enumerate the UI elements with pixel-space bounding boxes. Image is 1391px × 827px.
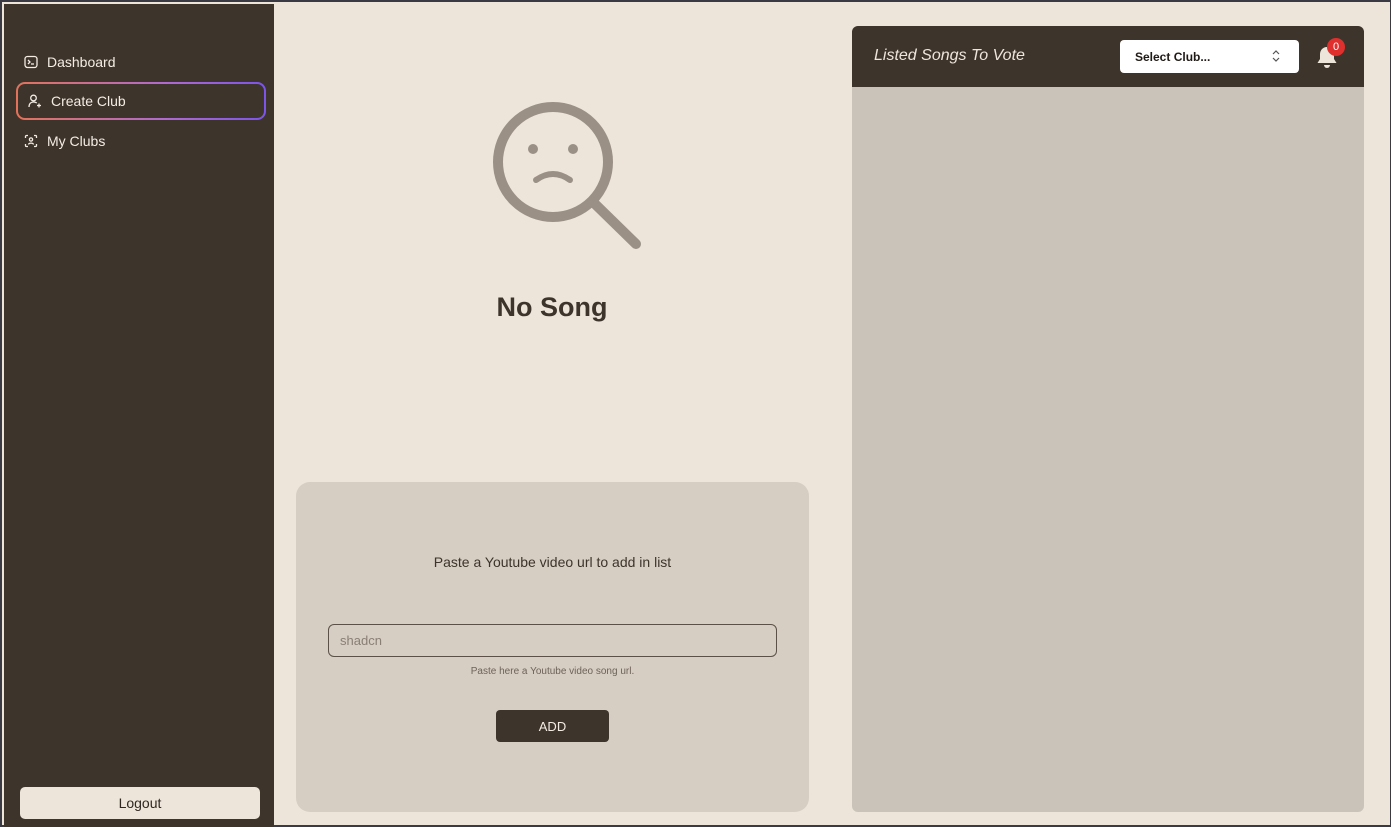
sad-magnifier-icon xyxy=(493,102,641,249)
sidebar-item-create-club[interactable]: Create Club xyxy=(16,82,266,120)
clubs-icon xyxy=(24,134,38,148)
add-song-card: Paste a Youtube video url to add in list… xyxy=(296,482,809,812)
vote-panel-header: Listed Songs To Vote Select Club... 0 xyxy=(852,26,1364,87)
logout-button[interactable]: Logout xyxy=(20,787,260,819)
empty-state-title: No Song xyxy=(496,292,608,322)
add-song-title: Paste a Youtube video url to add in list xyxy=(433,554,672,570)
input-hint: Paste here a Youtube video song url. xyxy=(470,666,635,677)
vote-panel: Listed Songs To Vote Select Club... 0 xyxy=(852,26,1364,812)
club-select[interactable]: Select Club... xyxy=(1120,40,1299,73)
club-select-label: Select Club... xyxy=(1135,49,1211,64)
user-plus-icon xyxy=(28,94,41,108)
sidebar-item-label: Create Club xyxy=(51,93,126,109)
youtube-url-input[interactable] xyxy=(328,624,777,657)
chevron-up-down-icon xyxy=(1272,50,1280,62)
sidebar-item-label: Dashboard xyxy=(47,54,116,70)
app-window: Dashboard Create Club My Clubs Logout No… xyxy=(0,0,1391,827)
add-song-button[interactable]: ADD xyxy=(496,710,609,742)
sidebar: Dashboard Create Club My Clubs Logout xyxy=(4,4,274,827)
sidebar-item-my-clubs[interactable]: My Clubs xyxy=(16,122,266,160)
vote-panel-title: Listed Songs To Vote xyxy=(874,47,1025,64)
notification-badge: 0 xyxy=(1327,38,1345,56)
sidebar-item-dashboard[interactable]: Dashboard xyxy=(16,43,266,81)
terminal-icon xyxy=(24,55,38,69)
sidebar-item-label: My Clubs xyxy=(47,133,106,149)
